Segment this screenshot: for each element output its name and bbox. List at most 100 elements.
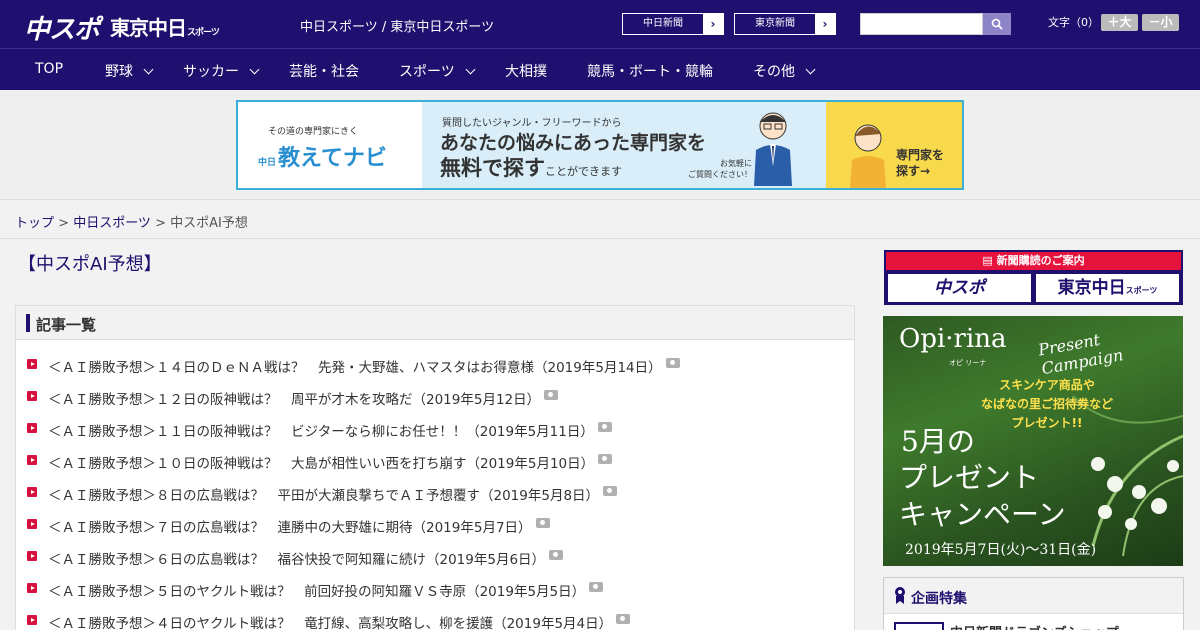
promo-copy-line3: プレゼント!! xyxy=(1011,416,1083,430)
ad-brand-prefix: 中日 xyxy=(258,158,277,168)
tokyo-shimbun-label: 東京新聞 xyxy=(735,14,815,34)
feature-header: 企画特集 xyxy=(884,578,1183,614)
article-link[interactable]: ＜ＡＩ勝敗予想＞１２日の阪神戦は？ 周平が才木を攻略だ（2019年5月12日） xyxy=(48,388,559,408)
ad-note: お気軽に ご質問ください！ xyxy=(688,158,752,180)
list-item: ＜ＡＩ勝敗予想＞１４日のＤｅＮＡ戦は？ 先発・大野雄、ハマスタはお得意様（201… xyxy=(16,352,854,384)
ad-cta-block[interactable]: 専門家を 探す→ xyxy=(826,102,962,188)
arrow-bullet-icon xyxy=(27,519,37,529)
article-title: ＜ＡＩ勝敗予想＞１２日の阪神戦は？ 周平が才木を攻略だ（2019年5月12日） xyxy=(48,392,541,408)
nav-item-soccer[interactable]: サッカー xyxy=(183,61,260,81)
ad-note-line1: お気軽に xyxy=(720,159,752,168)
arrow-bullet-icon xyxy=(27,583,37,593)
arrow-bullet-icon xyxy=(27,455,37,465)
nav-item-other[interactable]: その他 xyxy=(753,61,816,81)
thinking-person-illustration xyxy=(850,124,886,188)
arrow-bullet-icon xyxy=(27,391,37,401)
ad-line3-main: 無料で探す xyxy=(440,156,545,180)
article-link[interactable]: ＜ＡＩ勝敗予想＞７日の広島戦は？ 連勝中の大野雄に期待（2019年5月7日） xyxy=(48,516,550,536)
chevron-down-icon xyxy=(249,64,260,75)
feature-section: 企画特集 中日新聞ドラゴンズショップ xyxy=(883,577,1184,630)
search-button[interactable] xyxy=(983,13,1011,35)
subscribe-tokyo-chunichi-button[interactable]: 東京中日スポーツ xyxy=(1036,274,1179,302)
article-link[interactable]: ＜ＡＩ勝敗予想＞１４日のＤｅＮＡ戦は？ 先発・大野雄、ハマスタはお得意様（201… xyxy=(48,356,680,376)
search-input[interactable] xyxy=(860,13,983,35)
breadcrumb-separator: > xyxy=(54,216,74,231)
article-list-heading: 記事一覧 xyxy=(36,316,97,334)
article-title: ＜ＡＩ勝敗予想＞４日のヤクルト戦は？ 竜打線、高梨攻略し、柳を援護（2019年5… xyxy=(48,616,613,630)
subscribe-tokyo-logo-sub: スポーツ xyxy=(1125,286,1158,295)
article-link[interactable]: ＜ＡＩ勝敗予想＞６日の広島戦は？ 福谷快投で阿知羅に続け（2019年5月6日） xyxy=(48,548,564,568)
text-size-decrease-button[interactable]: －小 xyxy=(1142,14,1179,31)
list-item: ＜ＡＩ勝敗予想＞５日のヤクルト戦は？ 前回好投の阿知羅ＶＳ寺原（2019年5月5… xyxy=(16,576,854,608)
nav-item-sumo[interactable]: 大相撲 xyxy=(505,61,547,81)
tokyo-logo-sub: スポーツ xyxy=(187,27,220,37)
article-link[interactable]: ＜ＡＩ勝敗予想＞４日のヤクルト戦は？ 竜打線、高梨攻略し、柳を援護（2019年5… xyxy=(48,612,631,630)
feature-item-link[interactable]: 中日新聞ドラゴンズショップ xyxy=(950,622,1119,630)
article-title: ＜ＡＩ勝敗予想＞６日の広島戦は？ 福谷快投で阿知羅に続け（2019年5月6日） xyxy=(48,552,546,568)
article-link[interactable]: ＜ＡＩ勝敗予想＞５日のヤクルト戦は？ 前回好投の阿知羅ＶＳ寺原（2019年5月5… xyxy=(48,580,604,600)
arrow-bullet-icon xyxy=(27,423,37,433)
nav-label: TOP xyxy=(35,61,64,77)
list-item: ＜ＡＩ勝敗予想＞１１日の阪神戦は？ ビジターなら柳にお任せ！！（2019年5月1… xyxy=(16,416,854,448)
ad-line2: あなたの悩みにあった専門家を xyxy=(440,132,707,154)
header-bar: 中スポ 東京中日スポーツ 中日スポーツ / 東京中日スポーツ 中日新聞 › 東京… xyxy=(0,0,1200,48)
camera-icon xyxy=(544,390,559,400)
nav-item-entertainment[interactable]: 芸能・社会 xyxy=(289,61,359,81)
nav-label: スポーツ xyxy=(399,64,455,80)
article-title: ＜ＡＩ勝敗予想＞７日の広島戦は？ 連勝中の大野雄に期待（2019年5月7日） xyxy=(48,520,532,536)
promo-copy-line1: スキンケア商品や xyxy=(999,378,1095,392)
newspaper-icon: ▤ xyxy=(982,254,997,267)
nav-item-top[interactable]: TOP xyxy=(35,61,63,77)
tokyo-logo-text: 東京中日 xyxy=(110,18,187,40)
article-link[interactable]: ＜ＡＩ勝敗予想＞８日の広島戦は？ 平田が大瀬良撃ちでＡＩ予想覆す（2019年5月… xyxy=(48,484,618,504)
list-item: ＜ＡＩ勝敗予想＞８日の広島戦は？ 平田が大瀬良撃ちでＡＩ予想覆す（2019年5月… xyxy=(16,480,854,512)
ad-cta: 専門家を 探す→ xyxy=(896,147,944,179)
article-list-header: 記事一覧 xyxy=(16,306,854,340)
article-title: ＜ＡＩ勝敗予想＞５日のヤクルト戦は？ 前回好投の阿知羅ＶＳ寺原（2019年5月5… xyxy=(48,584,586,600)
article-list-panel: 記事一覧 ＜ＡＩ勝敗予想＞１４日のＤｅＮＡ戦は？ 先発・大野雄、ハマスタはお得意… xyxy=(15,305,855,630)
article-link[interactable]: ＜ＡＩ勝敗予想＞１１日の阪神戦は？ ビジターなら柳にお任せ！！（2019年5月1… xyxy=(48,420,612,440)
ad-line3: 無料で探すことができます xyxy=(440,152,622,182)
text-size-increase-button[interactable]: ＋大 xyxy=(1101,14,1138,31)
camera-icon xyxy=(665,358,680,368)
article-title: ＜ＡＩ勝敗予想＞１１日の阪神戦は？ ビジターなら柳にお任せ！！（2019年5月1… xyxy=(48,424,594,440)
tokyo-shimbun-link[interactable]: 東京新聞 › xyxy=(734,13,836,35)
chuspo-logo[interactable]: 中スポ xyxy=(24,9,100,46)
camera-icon xyxy=(549,550,564,560)
article-link[interactable]: ＜ＡＩ勝敗予想＞１０日の阪神戦は？ 大島が相性いい西を打ち崩す（2019年5月1… xyxy=(48,452,613,472)
chunichi-shimbun-link[interactable]: 中日新聞 › xyxy=(622,13,724,35)
tokyo-chunichi-logo[interactable]: 東京中日スポーツ xyxy=(110,12,220,41)
breadcrumb-top-link[interactable]: トップ xyxy=(15,216,54,231)
camera-icon xyxy=(598,454,613,464)
chevron-right-icon: › xyxy=(822,17,828,31)
nav-label: その他 xyxy=(753,64,795,80)
ad-brand-name: 教えてナビ xyxy=(278,146,387,171)
chevron-down-icon xyxy=(143,64,154,75)
opirina-campaign-banner[interactable]: Opi·rina オピ リーナ Present Campaign スキンケア商品… xyxy=(883,316,1183,566)
ad-cta-line2: 探す→ xyxy=(896,164,931,178)
text-size-label: 文字（0） xyxy=(1048,16,1099,29)
promo-copy: スキンケア商品や なばなの里ご招待券など プレゼント!! xyxy=(981,376,1113,433)
camera-icon xyxy=(616,614,631,624)
camera-icon xyxy=(589,582,604,592)
breadcrumb-section-link[interactable]: 中日スポーツ xyxy=(73,216,151,231)
nav-item-sports[interactable]: スポーツ xyxy=(399,61,476,81)
subscription-banner[interactable]: ▤ 新聞購読のご案内 中スポ 東京中日スポーツ xyxy=(884,250,1183,305)
subscribe-chuspo-button[interactable]: 中スポ xyxy=(888,274,1031,302)
ad-line3-tail: ことができます xyxy=(545,165,622,178)
feature-thumbnail[interactable] xyxy=(894,622,944,630)
arrow-bullet-icon xyxy=(27,487,37,497)
nav-label: サッカー xyxy=(183,64,239,80)
oshiete-navi-ad[interactable]: その道の専門家にきく 中日教えてナビ 質問したいジャンル・フリーワードから あな… xyxy=(236,100,964,190)
breadcrumb: トップ > 中日スポーツ > 中スポAI予想 xyxy=(15,212,248,231)
site-links[interactable]: 中日スポーツ / 東京中日スポーツ xyxy=(300,16,494,35)
feature-heading: 企画特集 xyxy=(911,591,967,607)
nav-item-baseball[interactable]: 野球 xyxy=(105,61,154,81)
nav-item-racing[interactable]: 競馬・ボート・競輪 xyxy=(587,61,713,81)
chevron-right-icon: › xyxy=(710,17,716,31)
arrow-bullet-icon xyxy=(27,615,37,625)
breadcrumb-bar: トップ > 中日スポーツ > 中スポAI予想 xyxy=(0,201,1200,239)
search-icon xyxy=(991,18,1003,30)
ad-copy-block: 質問したいジャンル・フリーワードから あなたの悩みにあった専門家を 無料で探すこ… xyxy=(422,102,826,188)
ad-brand-block: その道の専門家にきく 中日教えてナビ xyxy=(238,102,422,188)
